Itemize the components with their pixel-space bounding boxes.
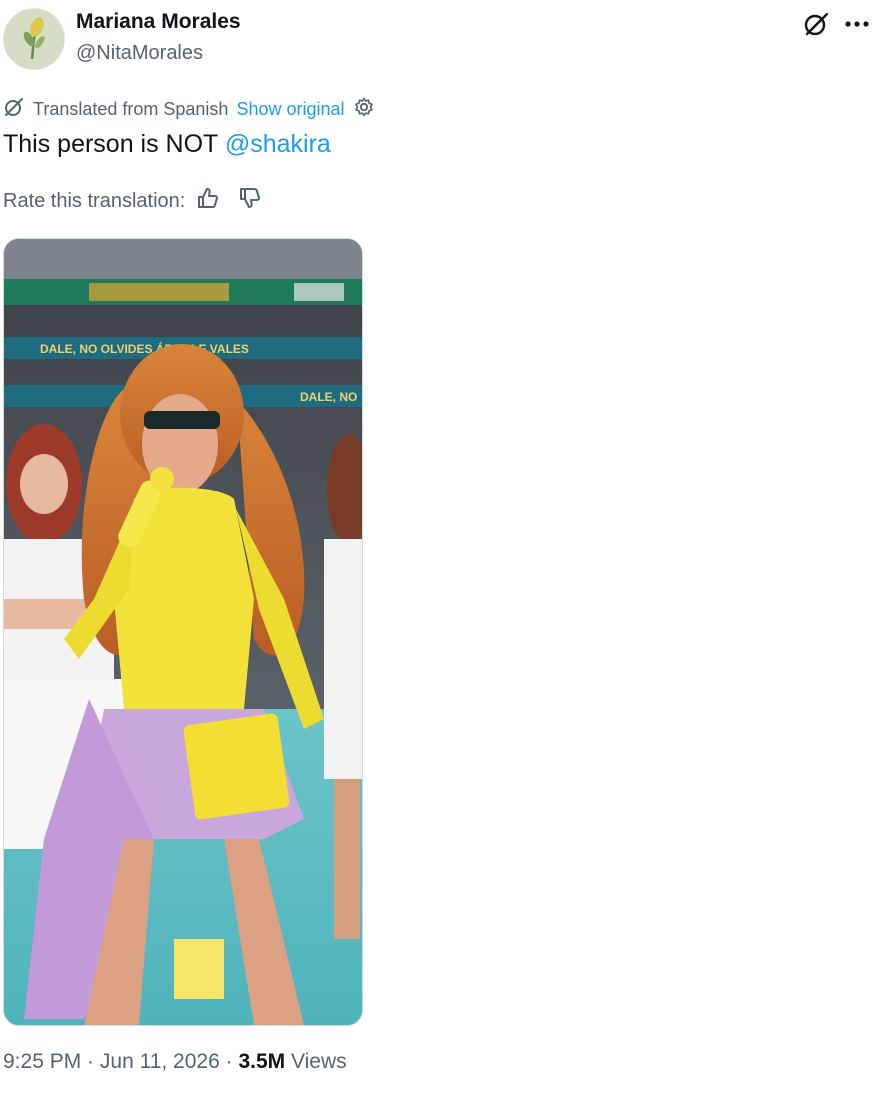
thumbs-up-icon[interactable]	[195, 185, 221, 217]
banner-text-2: DALE, NO	[300, 390, 357, 404]
views-label: Views	[285, 1050, 347, 1073]
views-count: 3.5M	[238, 1050, 286, 1073]
banner-text-1: DALE, NO OLVIDES ÁRBOLE VALES	[40, 341, 249, 356]
translated-from-label: Translated from Spanish	[33, 98, 229, 119]
rate-translation-row: Rate this translation:	[3, 186, 263, 216]
show-original-link[interactable]: Show original	[236, 99, 344, 120]
tweet-text: This person is NOT @shakira	[3, 130, 331, 159]
grok-icon[interactable]	[800, 10, 832, 38]
rate-translation-label: Rate this translation:	[3, 189, 186, 212]
more-icon[interactable]	[842, 10, 872, 38]
tweet-text-body: This person is NOT	[3, 130, 225, 158]
translation-row: Translated from Spanish Show original	[3, 96, 375, 122]
tweet-media-image[interactable]: DALE, NO OLVIDES ÁRBOLE VALES DALE, NO	[3, 238, 363, 1026]
meta-separator: ·	[219, 1050, 239, 1073]
meta-separator: ·	[81, 1050, 100, 1073]
settings-icon[interactable]	[353, 96, 375, 123]
avatar[interactable]	[3, 8, 65, 70]
tweet-time[interactable]: 9:25 PM	[3, 1050, 81, 1073]
translate-icon	[3, 96, 25, 123]
avatar-image	[4, 9, 64, 69]
tweet-meta: 9:25 PM · Jun 11, 2026 · 3.5M Views	[3, 1050, 347, 1074]
author-handle[interactable]: @NitaMorales	[76, 42, 203, 65]
thumbs-down-icon[interactable]	[237, 185, 263, 217]
author-display-name[interactable]: Mariana Morales	[76, 10, 241, 34]
tweet-date[interactable]: Jun 11, 2026	[100, 1050, 220, 1073]
mention-link[interactable]: @shakira	[225, 130, 331, 158]
performer-photo: DALE, NO OLVIDES ÁRBOLE VALES DALE, NO	[4, 239, 362, 1025]
